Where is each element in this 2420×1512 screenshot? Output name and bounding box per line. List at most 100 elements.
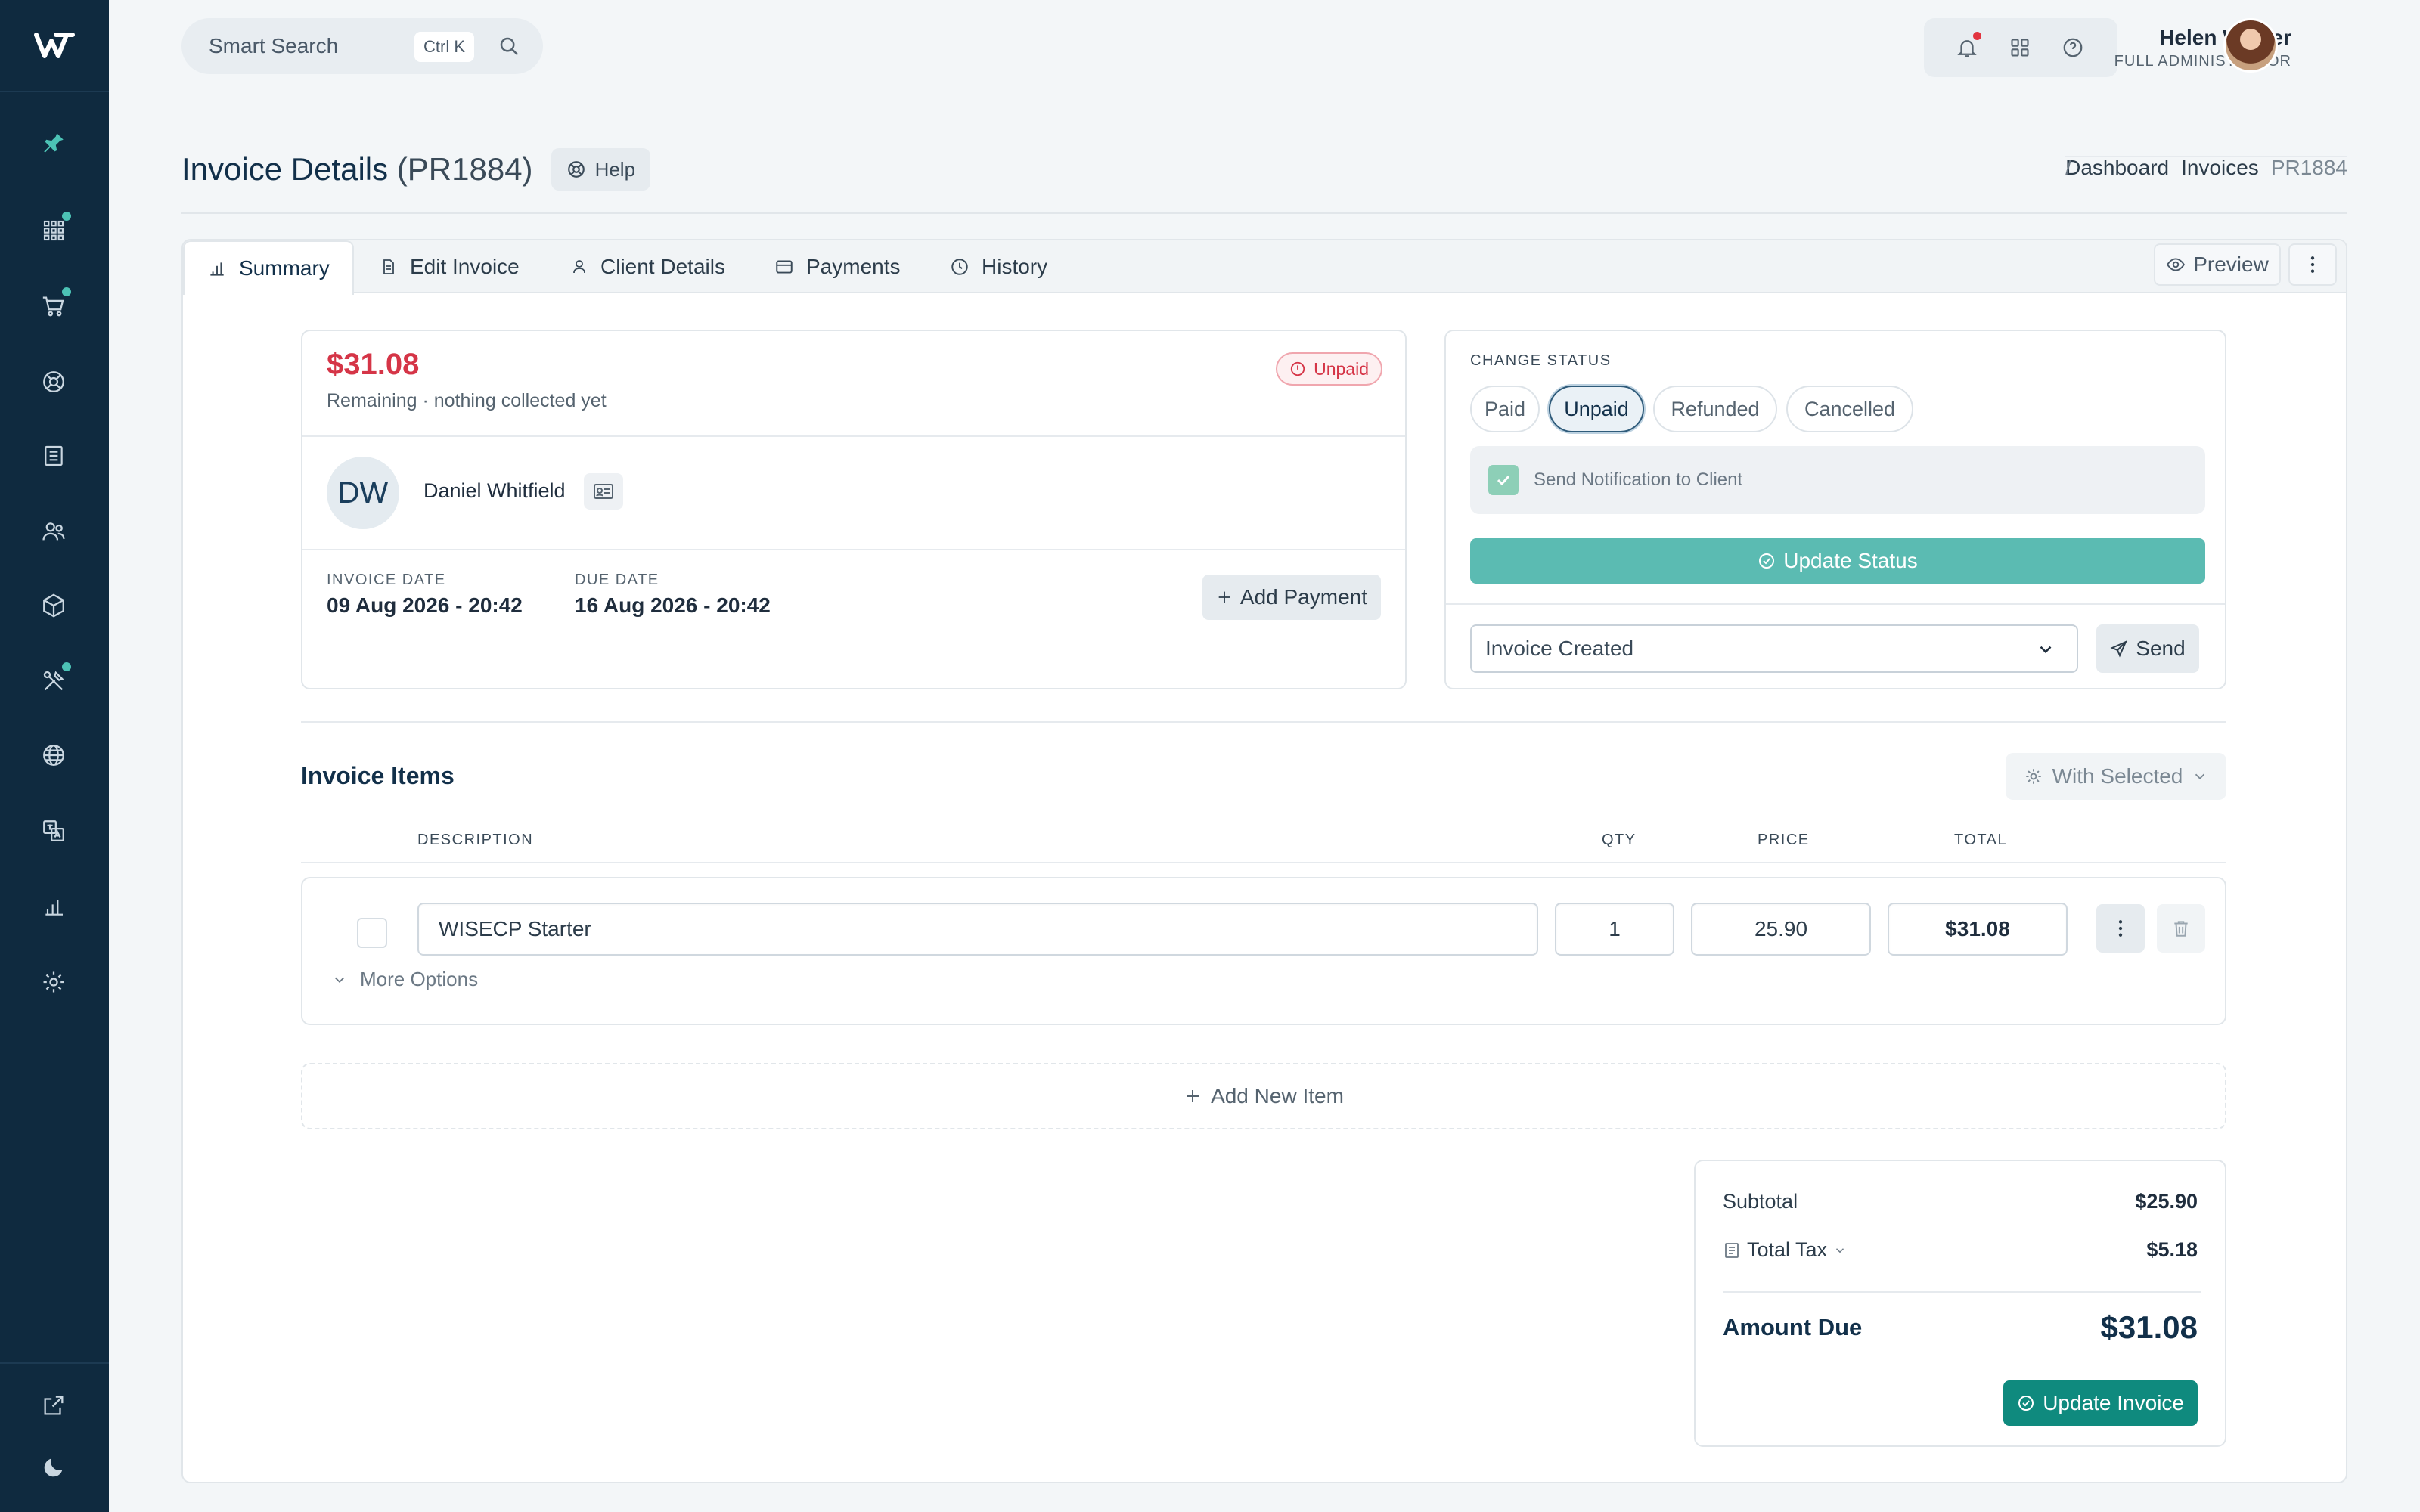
send-paper-plane-icon bbox=[2110, 640, 2128, 658]
support-lifebuoy-icon[interactable] bbox=[29, 357, 79, 407]
send-notification-label: Send Notification to Client bbox=[1534, 469, 1743, 490]
breadcrumb-separator: / bbox=[2065, 156, 2347, 179]
status-option-cancelled[interactable]: Cancelled bbox=[1786, 386, 1913, 432]
amount-due-label: Amount Due bbox=[1723, 1314, 1863, 1340]
tax-value: $5.18 bbox=[2146, 1238, 2198, 1261]
tab-summary[interactable]: Summary bbox=[183, 240, 354, 295]
column-header-description: DESCRIPTION bbox=[417, 832, 534, 848]
top-bar: Smart Search Ctrl K Helen Walker FULL AD… bbox=[109, 0, 2420, 92]
divider bbox=[1723, 1291, 2201, 1293]
with-selected-label: With Selected bbox=[2052, 764, 2183, 788]
more-options-toggle[interactable]: More Options bbox=[331, 968, 478, 991]
add-new-item-button[interactable]: Add New Item bbox=[301, 1063, 2226, 1129]
item-price-input[interactable]: 25.90 bbox=[1691, 903, 1871, 956]
tools-icon[interactable] bbox=[29, 656, 79, 706]
tab-label: Summary bbox=[239, 256, 330, 280]
app-logo[interactable] bbox=[0, 0, 109, 92]
divider bbox=[301, 721, 2226, 723]
preview-button[interactable]: Preview bbox=[2154, 243, 2281, 286]
dark-mode-moon-icon[interactable] bbox=[29, 1442, 79, 1492]
pin-icon[interactable] bbox=[29, 118, 79, 168]
sidebar-footer bbox=[0, 1362, 109, 1364]
products-box-icon[interactable] bbox=[29, 581, 79, 631]
invoice-items-title: Invoice Items bbox=[301, 762, 455, 789]
tab-edit-invoice[interactable]: Edit Invoice bbox=[380, 240, 520, 293]
update-invoice-label: Update Invoice bbox=[2043, 1391, 2184, 1414]
with-selected-dropdown[interactable]: With Selected bbox=[2006, 753, 2226, 800]
change-status-label: CHANGE STATUS bbox=[1470, 352, 1612, 369]
item-actions-button[interactable] bbox=[2096, 904, 2145, 953]
amount-due-row: Amount Due $31.08 bbox=[1723, 1309, 2198, 1346]
invoice-date-block: INVOICE DATE 09 Aug 2026 - 20:42 bbox=[327, 572, 523, 618]
breadcrumb-current: PR1884 bbox=[2270, 156, 2347, 179]
status-option-unpaid[interactable]: Unpaid bbox=[1549, 386, 1644, 432]
help-question-icon[interactable] bbox=[2057, 32, 2089, 64]
column-header-price: PRICE bbox=[1758, 832, 1810, 848]
update-invoice-button[interactable]: Update Invoice bbox=[2003, 1380, 2198, 1426]
delete-item-button[interactable] bbox=[2157, 904, 2205, 953]
clock-icon bbox=[951, 259, 968, 275]
id-card-icon[interactable] bbox=[584, 473, 623, 510]
chevron-down-icon bbox=[2195, 773, 2205, 780]
tax-toggle[interactable]: Total Tax bbox=[1723, 1238, 1847, 1262]
notifications-bell-icon[interactable] bbox=[1951, 32, 1983, 64]
external-link-icon[interactable] bbox=[29, 1380, 79, 1430]
breadcrumb-dashboard[interactable]: Dashboard bbox=[2065, 156, 2169, 180]
smart-search-input[interactable]: Smart Search Ctrl K bbox=[182, 18, 543, 74]
sidebar bbox=[0, 0, 109, 1512]
more-options-label: More Options bbox=[360, 968, 479, 990]
tab-label: Payments bbox=[806, 255, 901, 278]
row-select-checkbox[interactable] bbox=[357, 918, 387, 948]
tab-client-details[interactable]: Client Details bbox=[570, 240, 725, 293]
due-date-value: 16 Aug 2026 - 20:42 bbox=[575, 593, 771, 617]
check-badge-icon bbox=[1759, 553, 1775, 569]
add-payment-label: Add Payment bbox=[1239, 585, 1367, 609]
column-header-total: TOTAL bbox=[1954, 832, 2008, 848]
tab-payments[interactable]: Payments bbox=[774, 240, 901, 293]
client-name[interactable]: Daniel Whitfield bbox=[424, 479, 566, 503]
tab-history[interactable]: History bbox=[950, 240, 1047, 293]
invoice-card: Summary Edit Invoice Client Details Paym… bbox=[182, 239, 2347, 1483]
item-description-input[interactable]: WISECP Starter bbox=[417, 903, 1538, 956]
email-template-select[interactable]: Invoice Created bbox=[1470, 624, 2078, 673]
checkbox-checked-icon[interactable] bbox=[1488, 465, 1519, 495]
send-button[interactable]: Send bbox=[2096, 624, 2199, 673]
settings-gear-icon[interactable] bbox=[29, 957, 79, 1007]
reports-chart-icon[interactable] bbox=[29, 881, 79, 931]
user-avatar[interactable] bbox=[2223, 18, 2278, 73]
globe-icon[interactable] bbox=[29, 730, 79, 780]
users-icon[interactable] bbox=[29, 507, 79, 556]
change-status-panel: CHANGE STATUS Paid Unpaid Refunded Cance… bbox=[1444, 330, 2226, 689]
translate-icon[interactable] bbox=[29, 806, 79, 856]
update-status-button[interactable]: Update Status bbox=[1470, 538, 2205, 584]
tab-label: History bbox=[982, 255, 1048, 278]
breadcrumb-invoices[interactable]: Invoices bbox=[2181, 156, 2259, 180]
due-date-label: DUE DATE bbox=[575, 572, 659, 588]
trash-icon bbox=[2174, 921, 2188, 937]
invoice-date-label: INVOICE DATE bbox=[327, 572, 446, 588]
preview-label: Preview bbox=[2193, 253, 2269, 276]
help-button[interactable]: Help bbox=[551, 148, 651, 191]
column-header-qty: QTY bbox=[1602, 832, 1637, 848]
apps-grid-icon[interactable] bbox=[29, 206, 79, 256]
divider bbox=[301, 862, 2226, 863]
item-qty-input[interactable]: 1 bbox=[1555, 903, 1674, 956]
cart-icon[interactable] bbox=[29, 281, 79, 331]
due-date-block: DUE DATE 16 Aug 2026 - 20:42 bbox=[575, 572, 771, 618]
status-option-refunded[interactable]: Refunded bbox=[1653, 386, 1777, 432]
search-icon[interactable] bbox=[498, 35, 520, 57]
app-switcher-grid-icon[interactable] bbox=[2004, 32, 2036, 64]
more-options-button[interactable] bbox=[2288, 243, 2337, 286]
tax-label: Total Tax bbox=[1747, 1238, 1828, 1261]
status-badge: Unpaid bbox=[1276, 352, 1382, 386]
send-notification-checkbox[interactable]: Send Notification to Client bbox=[1470, 446, 2205, 514]
send-label: Send bbox=[2136, 637, 2186, 660]
add-new-item-label: Add New Item bbox=[1211, 1084, 1344, 1108]
divider bbox=[302, 549, 1405, 550]
divider bbox=[1446, 603, 2225, 605]
add-payment-button[interactable]: Add Payment bbox=[1202, 575, 1381, 620]
invoices-icon[interactable] bbox=[29, 431, 79, 481]
status-option-paid[interactable]: Paid bbox=[1470, 386, 1540, 432]
totals-panel: Subtotal $25.90 Total Tax $5.18 Amount D… bbox=[1694, 1160, 2226, 1447]
plus-icon bbox=[1218, 591, 1230, 603]
